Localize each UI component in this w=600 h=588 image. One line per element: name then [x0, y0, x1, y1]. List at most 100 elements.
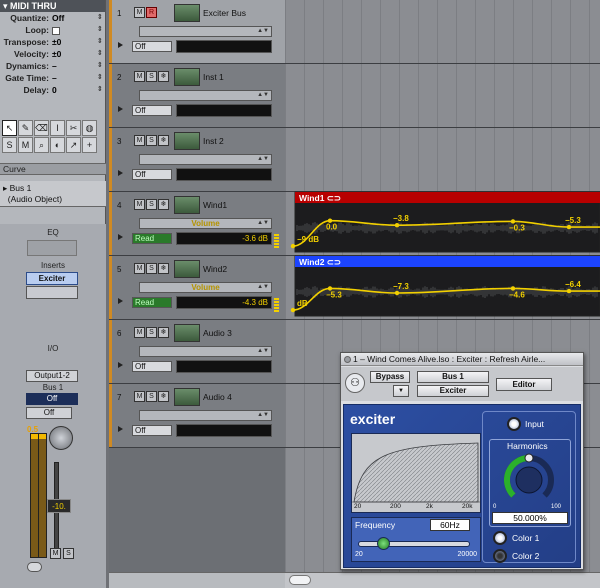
- param-value[interactable]: –: [52, 72, 97, 84]
- param-value[interactable]: 0: [52, 84, 97, 96]
- stepper-icon[interactable]: ⇕: [97, 24, 105, 36]
- disclosure-triangle-icon[interactable]: [118, 170, 123, 176]
- automation-mode-menu[interactable]: Read: [132, 297, 172, 308]
- track-name[interactable]: Inst 1: [203, 72, 224, 82]
- automation-parameter-menu[interactable]: ▲▼: [139, 346, 272, 357]
- param-row[interactable]: Velocity: ±0 ⇕: [0, 48, 105, 60]
- param-value[interactable]: ±0: [52, 48, 97, 60]
- solo-button[interactable]: S: [146, 263, 157, 274]
- stepper-icon[interactable]: ⇕: [97, 48, 105, 60]
- disclosure-triangle-icon[interactable]: [118, 298, 123, 304]
- bypass-button[interactable]: Bypass: [370, 371, 410, 383]
- link-icon[interactable]: ⚇: [345, 373, 365, 393]
- automation-node[interactable]: [566, 224, 572, 230]
- color1-radio[interactable]: [493, 531, 507, 545]
- disclosure-triangle-icon[interactable]: [118, 42, 123, 48]
- mute-button[interactable]: M: [134, 327, 145, 338]
- track-name[interactable]: Inst 2: [203, 136, 224, 146]
- curve-bar[interactable]: Curve: [0, 163, 106, 175]
- link-icon[interactable]: [27, 562, 42, 572]
- horizontal-scrollbar[interactable]: [285, 572, 600, 588]
- param-row[interactable]: Quantize: Off ⇕: [0, 12, 105, 24]
- compare-chevron-down-icon[interactable]: ▼: [393, 385, 409, 397]
- eq-display[interactable]: [27, 240, 77, 256]
- track-header[interactable]: 4 M S ❄ Wind1 Volume ▲▼ Read -3.6 dB: [109, 192, 285, 256]
- stepper-icon[interactable]: ⇕: [97, 60, 105, 72]
- track-name[interactable]: Wind2: [203, 264, 227, 274]
- solo-tool-icon[interactable]: S: [2, 137, 17, 153]
- off-display[interactable]: Off: [26, 393, 78, 405]
- automation-parameter-menu[interactable]: ▲▼: [139, 90, 272, 101]
- pencil-tool-icon[interactable]: ✎: [18, 120, 33, 136]
- solo-button[interactable]: S: [146, 71, 157, 82]
- param-value[interactable]: ±0: [52, 36, 97, 48]
- zoom-tool-icon[interactable]: ⌕: [34, 137, 49, 153]
- stepper-icon[interactable]: ⇕: [97, 36, 105, 48]
- mute-button[interactable]: M: [134, 7, 145, 18]
- mute-button[interactable]: M: [134, 199, 145, 210]
- midi-thru-header[interactable]: ▾ MIDI THRU: [0, 0, 105, 12]
- solo-button[interactable]: S: [146, 391, 157, 402]
- freeze-icon[interactable]: ❄: [158, 391, 169, 402]
- disclosure-triangle-icon[interactable]: [118, 362, 123, 368]
- param-row[interactable]: Transpose: ±0 ⇕: [0, 36, 105, 48]
- disclosure-triangle-icon[interactable]: [118, 426, 123, 432]
- volume-fader-value[interactable]: -10.: [47, 499, 71, 513]
- param-value[interactable]: –: [52, 60, 97, 72]
- automation-node[interactable]: [566, 288, 572, 294]
- mute-button[interactable]: M: [134, 71, 145, 82]
- freeze-icon[interactable]: ❄: [158, 71, 169, 82]
- solo-button[interactable]: S: [146, 199, 157, 210]
- plugin-selector[interactable]: Exciter: [417, 385, 489, 397]
- param-row[interactable]: Delay: 0 ⇕: [0, 84, 105, 96]
- track-header[interactable]: 2 M S ❄ Inst 1 ▲▼ Off: [109, 64, 285, 128]
- param-row[interactable]: Gate Time: – ⇕: [0, 72, 105, 84]
- insert-slot-empty[interactable]: [26, 286, 78, 299]
- pointer-tool-icon[interactable]: ↖: [2, 120, 17, 136]
- track-header[interactable]: 5 M S ❄ Wind2 Volume ▲▼ Read -4.3 dB: [109, 256, 285, 320]
- track-header[interactable]: 7 M S ❄ Audio 4 ▲▼ Off: [109, 384, 285, 448]
- harmonics-knob[interactable]: [499, 450, 559, 510]
- input-toggle[interactable]: [507, 417, 521, 431]
- automation-mode-menu[interactable]: Read: [132, 233, 172, 244]
- fade-tool-icon[interactable]: ◐: [50, 137, 65, 153]
- track-scroll-bar[interactable]: [109, 572, 285, 588]
- automation-parameter-menu[interactable]: ▲▼: [139, 26, 272, 37]
- automation-node[interactable]: [394, 223, 400, 228]
- bus-object-info[interactable]: ▸ Bus 1 (Audio Object): [0, 181, 106, 207]
- freeze-icon[interactable]: ❄: [158, 135, 169, 146]
- automation-node[interactable]: [394, 290, 400, 296]
- track-header[interactable]: 3 M S ❄ Inst 2 ▲▼ Off: [109, 128, 285, 192]
- glue-tool-icon[interactable]: ◍: [82, 120, 97, 136]
- bus-selector[interactable]: Bus 1: [417, 371, 489, 383]
- crosshair-tool-icon[interactable]: +: [82, 137, 97, 153]
- automation-parameter-menu[interactable]: Volume ▲▼: [139, 218, 272, 229]
- automation-mode-menu[interactable]: Off: [132, 425, 172, 436]
- param-row[interactable]: Loop: ⇕: [0, 24, 105, 36]
- stepper-icon[interactable]: ⇕: [97, 12, 105, 24]
- track-name[interactable]: Audio 3: [203, 328, 232, 338]
- automation-mode-menu[interactable]: Off: [132, 41, 172, 52]
- eraser-tool-icon[interactable]: ⌫: [34, 120, 49, 136]
- scissors-tool-icon[interactable]: ✂: [66, 120, 81, 136]
- disclosure-triangle-icon[interactable]: [118, 234, 123, 240]
- mute-button[interactable]: M: [134, 263, 145, 274]
- scroll-thumb[interactable]: [289, 575, 311, 585]
- automation-node[interactable]: [290, 243, 296, 249]
- param-value[interactable]: Off: [52, 12, 97, 24]
- output-selector[interactable]: Output1-2: [26, 370, 78, 382]
- solo-button[interactable]: S: [146, 327, 157, 338]
- track-name[interactable]: Exciter Bus: [203, 8, 246, 18]
- mute-tool-icon[interactable]: M: [18, 137, 33, 153]
- frequency-value[interactable]: 60Hz: [430, 519, 470, 531]
- track-name[interactable]: Audio 4: [203, 392, 232, 402]
- color2-radio[interactable]: [493, 549, 507, 563]
- insert-slot-exciter[interactable]: Exciter: [26, 272, 78, 285]
- text-tool-icon[interactable]: I: [50, 120, 65, 136]
- record-button[interactable]: R: [146, 7, 157, 18]
- automation-tool-icon[interactable]: ↗: [66, 137, 81, 153]
- track-header[interactable]: 6 M S ❄ Audio 3 ▲▼ Off: [109, 320, 285, 384]
- automation-mode-menu[interactable]: Off: [132, 361, 172, 372]
- automation-mode-menu[interactable]: Off: [132, 105, 172, 116]
- frequency-slider[interactable]: [358, 541, 470, 547]
